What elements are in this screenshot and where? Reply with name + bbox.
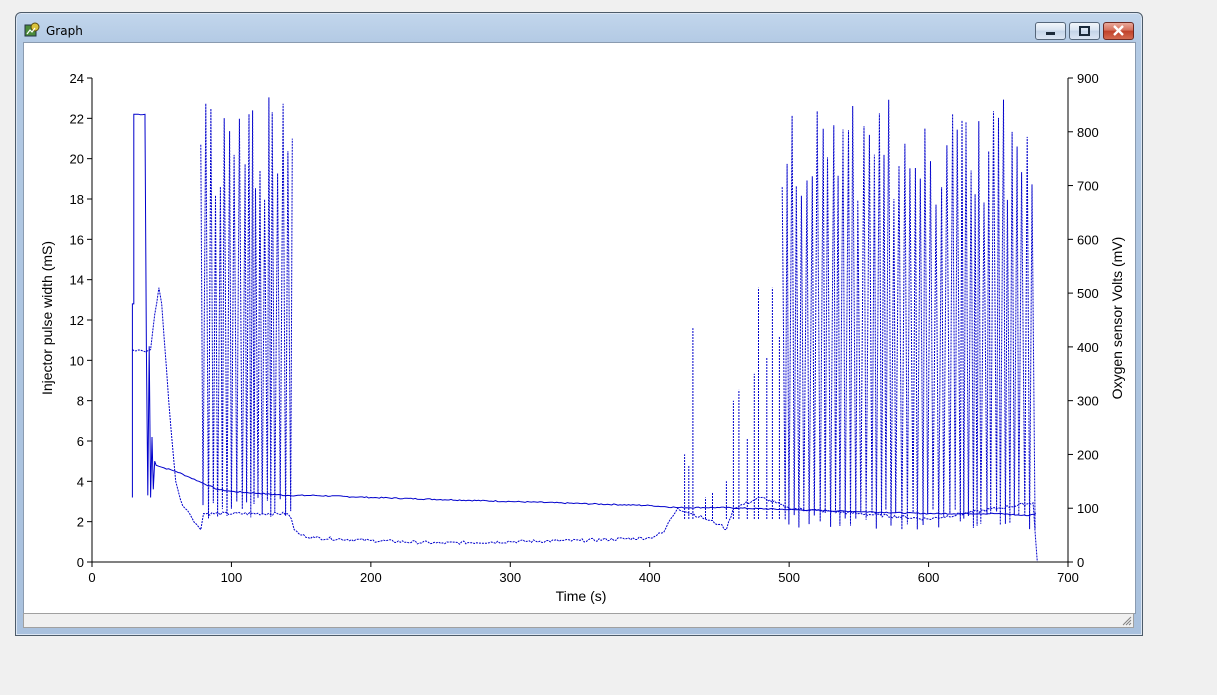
right-tick-label: 600 xyxy=(1077,232,1099,247)
right-tick-label: 900 xyxy=(1077,71,1099,86)
close-icon xyxy=(1113,25,1124,36)
right-tick-label: 300 xyxy=(1077,394,1099,409)
right-tick-label: 400 xyxy=(1077,340,1099,355)
x-tick-label: 600 xyxy=(918,570,940,585)
right-tick-label: 0 xyxy=(1077,555,1084,570)
chart: 0 100 200 300 400 500 600 700024681012141618202… xyxy=(39,71,1125,604)
left-tick-label: 0 xyxy=(77,555,84,570)
minimize-icon xyxy=(1046,32,1055,35)
left-tick-label: 24 xyxy=(70,71,84,86)
graph-window: Graph 0 100 200 300 400 500 600 700 0 2 … xyxy=(15,12,1143,636)
resize-grip-icon[interactable] xyxy=(1120,614,1132,626)
left-tick-label: 2 xyxy=(77,515,84,530)
x-tick-label: 100 xyxy=(221,570,243,585)
x-tick-label: 400 xyxy=(639,570,661,585)
oxygen-sensor-burst xyxy=(781,99,1036,530)
oxygen-sensor-burst xyxy=(200,97,293,519)
maximize-icon xyxy=(1079,26,1090,36)
right-axis-label: Oxygen sensor Volts (mV) xyxy=(1109,237,1125,400)
left-tick-label: 20 xyxy=(70,152,84,167)
left-tick-label: 4 xyxy=(77,474,84,489)
x-tick-label: 0 xyxy=(88,570,95,585)
title-bar[interactable]: Graph xyxy=(16,13,1142,43)
left-tick-label: 18 xyxy=(70,192,84,207)
right-tick-label: 800 xyxy=(1077,125,1099,140)
maximize-button[interactable] xyxy=(1069,22,1100,40)
minimize-button[interactable] xyxy=(1035,22,1066,40)
x-tick-label: 700 xyxy=(1057,570,1079,585)
x-axis-label: Time (s) xyxy=(556,588,607,604)
close-button[interactable] xyxy=(1103,22,1134,40)
right-tick-label: 500 xyxy=(1077,286,1099,301)
window-title: Graph xyxy=(46,24,83,38)
left-tick-label: 22 xyxy=(70,111,84,126)
right-tick-label: 100 xyxy=(1077,501,1099,516)
graph-area: 0 100 200 300 400 500 600 700 0 2 4 6 8 10 12 14 16 18 20 2… xyxy=(23,42,1136,614)
left-tick-label: 12 xyxy=(70,313,84,328)
left-tick-label: 6 xyxy=(77,434,84,449)
right-tick-label: 200 xyxy=(1077,447,1099,462)
caption-buttons xyxy=(1032,22,1134,40)
oxygen-sensor-spikes xyxy=(684,287,780,519)
left-tick-label: 14 xyxy=(70,273,84,288)
app-icon xyxy=(24,22,40,37)
status-bar xyxy=(23,613,1134,628)
right-tick-label: 700 xyxy=(1077,179,1099,194)
left-tick-label: 10 xyxy=(70,353,84,368)
left-tick-label: 8 xyxy=(77,394,84,409)
x-tick-label: 500 xyxy=(778,570,800,585)
left-axis-label: Injector pulse width (mS) xyxy=(39,241,55,395)
x-tick-label: 200 xyxy=(360,570,382,585)
left-tick-label: 16 xyxy=(70,232,84,247)
x-tick-label: 300 xyxy=(499,570,521,585)
